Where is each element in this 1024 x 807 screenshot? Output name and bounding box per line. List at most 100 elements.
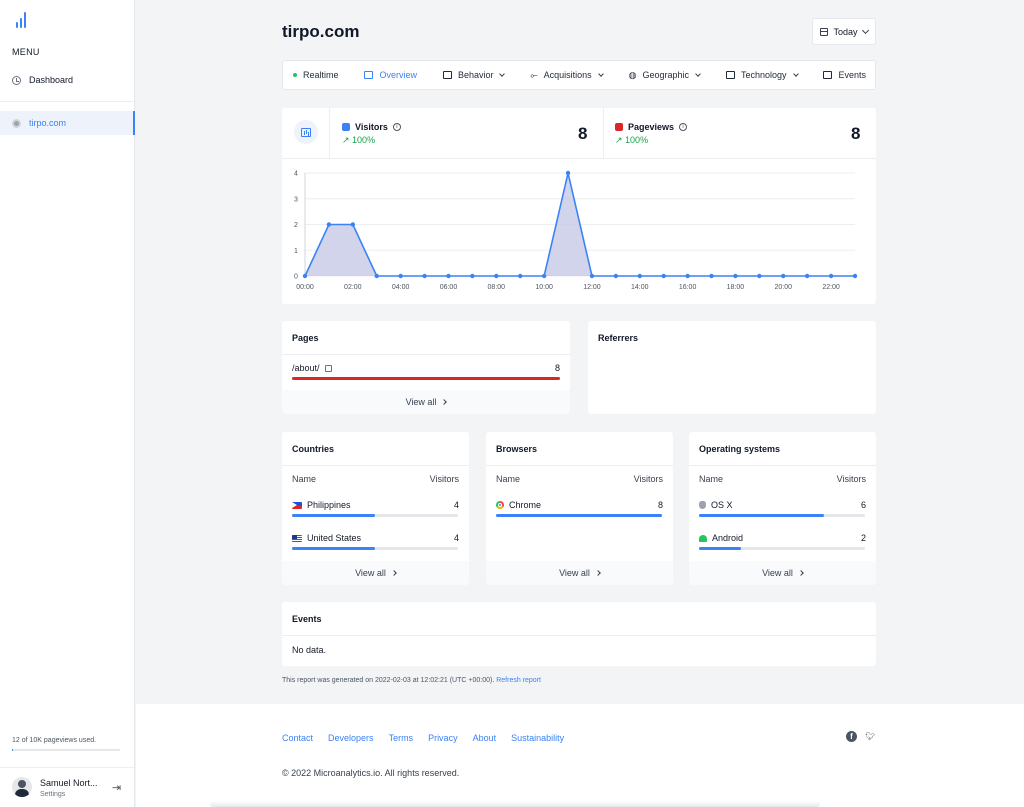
- overview-icon: [364, 71, 374, 79]
- x-tick-label: 18:00: [727, 284, 745, 291]
- tab-overview[interactable]: Overview: [364, 70, 417, 80]
- chevron-down-icon: [695, 70, 701, 77]
- tab-label: Behavior: [457, 70, 494, 80]
- divider: [282, 465, 469, 466]
- info-icon[interactable]: i: [392, 123, 401, 131]
- country-progress-fill: [292, 514, 375, 517]
- data-point: [781, 273, 786, 279]
- settings-link[interactable]: Settings: [40, 791, 65, 798]
- y-tick-label: 4: [294, 171, 298, 178]
- country-row[interactable]: United States: [292, 533, 361, 543]
- browser-progress-fill: [496, 514, 662, 517]
- country-name: Philippines: [307, 500, 351, 510]
- pageviews-label: Pageviews i: [615, 122, 688, 132]
- country-progress-fill: [292, 547, 375, 550]
- os-progress-fill: [699, 547, 741, 550]
- column-header-name: Name: [292, 474, 317, 484]
- tab-events[interactable]: Events: [823, 70, 866, 80]
- os-title: Operating systems: [699, 444, 781, 454]
- view-all-label: View all: [405, 397, 437, 407]
- visitors-change: ↗ 100%: [342, 135, 376, 145]
- countries-view-all-button[interactable]: View all: [282, 561, 469, 585]
- x-tick-label: 22:00: [822, 284, 840, 291]
- view-all-label: View all: [355, 568, 386, 578]
- date-range-button[interactable]: Today: [812, 18, 876, 45]
- user-menu[interactable]: Samuel Nort... Settings ⇥: [0, 767, 134, 807]
- sidebar-item-dashboard[interactable]: Dashboard: [0, 68, 135, 92]
- data-point: [589, 273, 595, 279]
- footer-link-contact[interactable]: Contact: [282, 733, 313, 743]
- data-point: [637, 273, 642, 279]
- tab-behavior[interactable]: Behavior: [442, 70, 506, 80]
- logout-icon[interactable]: ⇥: [112, 783, 121, 794]
- globe-icon: ◍: [628, 69, 637, 80]
- chevron-down-icon: [861, 26, 869, 34]
- footer-link-developers[interactable]: Developers: [328, 733, 374, 743]
- data-point: [326, 222, 332, 227]
- pageviews-change-value: 100%: [625, 135, 649, 145]
- footer-links: Contact Developers Terms Privacy About S…: [282, 733, 564, 743]
- browsers-view-all-button[interactable]: View all: [486, 561, 673, 585]
- events-title: Events: [292, 614, 322, 624]
- chart-badge: [294, 120, 318, 144]
- browser-row[interactable]: Chrome: [496, 500, 541, 510]
- pages-view-all-button[interactable]: View all: [282, 390, 570, 414]
- tab-acquisitions[interactable]: ⟜ Acquisitions: [530, 70, 604, 81]
- browser-count: 8: [657, 500, 663, 510]
- page-path: /about/: [292, 363, 320, 373]
- twitter-icon[interactable]: 🐦︎: [865, 731, 876, 742]
- facebook-icon[interactable]: f: [846, 731, 857, 742]
- sidebar-item-site[interactable]: tirpo.com: [0, 111, 135, 135]
- x-tick-label: 12:00: [583, 284, 601, 291]
- page-count: 8: [554, 363, 560, 373]
- android-icon: [699, 534, 707, 542]
- chevron-right-icon: [798, 570, 804, 576]
- data-point: [398, 273, 403, 279]
- data-point: [541, 273, 547, 279]
- browsers-card: Browsers Name Visitors Chrome 8 View all: [486, 432, 673, 585]
- usage-text: 12 of 10K pageviews used.: [12, 737, 97, 744]
- os-name: Android: [712, 533, 744, 543]
- referrers-title: Referrers: [598, 333, 639, 343]
- calendar-icon: [820, 27, 829, 36]
- y-tick-label: 0: [294, 274, 298, 281]
- app-logo[interactable]: [16, 10, 30, 28]
- tab-label: Events: [838, 70, 866, 80]
- os-row[interactable]: OS X: [699, 500, 733, 510]
- chrome-icon: [496, 501, 504, 509]
- y-tick-label: 3: [294, 196, 298, 203]
- os-name: OS X: [711, 500, 733, 510]
- tab-technology[interactable]: Technology: [725, 70, 799, 80]
- country-row[interactable]: Philippines: [292, 500, 351, 510]
- empty-state: No data.: [292, 645, 327, 655]
- referrers-card: Referrers: [588, 321, 876, 414]
- footer-link-terms[interactable]: Terms: [389, 733, 414, 743]
- page-progress: [292, 377, 560, 380]
- bar-chart-icon: [301, 127, 311, 137]
- os-row[interactable]: Android: [699, 533, 743, 543]
- info-icon[interactable]: i: [679, 123, 688, 131]
- data-point: [613, 273, 619, 279]
- events-card: Events No data.: [282, 602, 876, 666]
- tab-realtime[interactable]: Realtime: [293, 70, 339, 80]
- os-view-all-button[interactable]: View all: [689, 561, 876, 585]
- column-header-visitors: Visitors: [836, 474, 866, 484]
- chevron-right-icon: [391, 570, 397, 576]
- tab-label: Geographic: [642, 70, 689, 80]
- chevron-right-icon: [441, 399, 448, 405]
- footer-link-sustainability[interactable]: Sustainability: [511, 733, 564, 743]
- country-count: 4: [453, 500, 459, 510]
- date-range-label: Today: [833, 26, 858, 37]
- report-generated-note: This report was generated on 2022-02-03 …: [282, 677, 541, 684]
- visitors-value: 8: [578, 124, 588, 143]
- refresh-report-link[interactable]: Refresh report: [496, 677, 541, 684]
- external-link-icon[interactable]: [324, 364, 332, 372]
- visitors-change-value: 100%: [352, 135, 376, 145]
- pageviews-change: ↗ 100%: [615, 135, 649, 145]
- footer-link-privacy[interactable]: Privacy: [428, 733, 458, 743]
- metric-name: Visitors: [355, 122, 388, 132]
- tab-geographic[interactable]: ◍ Geographic: [628, 69, 701, 81]
- footer-link-about[interactable]: About: [473, 733, 497, 743]
- page-row-link[interactable]: /about/: [292, 363, 332, 373]
- browser-progress: [496, 514, 662, 517]
